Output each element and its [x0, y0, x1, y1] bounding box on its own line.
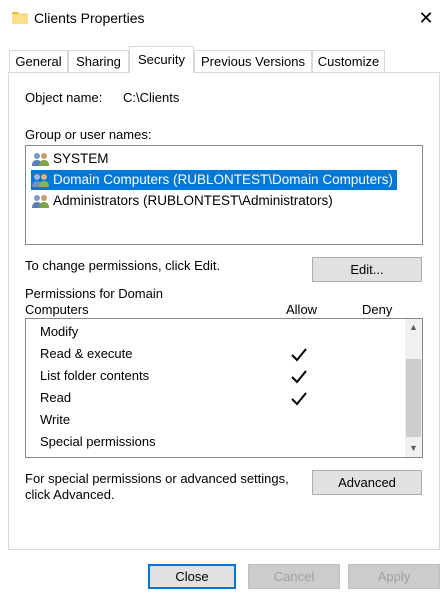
allow-checkmark-icon — [291, 370, 307, 384]
advanced-button[interactable]: Advanced — [312, 470, 422, 495]
folder-icon — [12, 12, 28, 24]
allow-column-header: Allow — [286, 302, 318, 317]
close-button[interactable]: Close — [148, 564, 236, 589]
permission-row-modify: Modify — [40, 324, 79, 339]
permission-row-write: Write — [40, 412, 71, 427]
list-item-label: Administrators (RUBLONTEST\Administrator… — [53, 193, 333, 208]
scroll-up-arrow-icon[interactable]: ▲ — [405, 319, 422, 336]
tab-customize[interactable]: Customize — [312, 50, 385, 72]
group-list-label: Group or user names: — [25, 127, 152, 142]
edit-button[interactable]: Edit... — [312, 257, 422, 282]
users-icon — [32, 153, 49, 167]
permission-row-read: Read — [40, 390, 72, 405]
apply-button[interactable]: Apply — [348, 564, 440, 589]
allow-checkmark-icon — [291, 392, 307, 406]
tab-previous-versions[interactable]: Previous Versions — [194, 50, 312, 72]
tab-security[interactable]: Security — [129, 46, 194, 73]
list-item-administrators[interactable]: Administrators (RUBLONTEST\Administrator… — [31, 191, 333, 211]
advanced-text-line2: click Advanced. — [25, 487, 115, 502]
title-bar: Clients Properties ✕ — [0, 0, 448, 36]
cancel-button[interactable]: Cancel — [248, 564, 340, 589]
window-title: Clients Properties — [34, 10, 145, 26]
permissions-list[interactable]: Modify Read & execute List folder conten… — [25, 318, 423, 458]
list-item-label: SYSTEM — [53, 151, 109, 166]
tab-general[interactable]: General — [9, 50, 68, 72]
users-icon — [32, 195, 49, 209]
tab-sharing[interactable]: Sharing — [68, 50, 129, 72]
list-item-label: Domain Computers (RUBLONTEST\Domain Comp… — [53, 172, 393, 187]
scroll-thumb[interactable] — [406, 359, 421, 437]
permission-row-read-execute: Read & execute — [40, 346, 133, 361]
deny-column-header: Deny — [362, 302, 393, 317]
list-item-system[interactable]: SYSTEM — [31, 149, 109, 169]
permissions-scrollbar[interactable]: ▲ ▼ — [405, 319, 422, 457]
permission-row-special: Special permissions — [40, 434, 156, 449]
allow-checkmark-icon — [291, 348, 307, 362]
permission-row-list-folder-contents: List folder contents — [40, 368, 150, 383]
close-window-button[interactable]: ✕ — [414, 6, 438, 30]
object-name-value: C:\Clients — [123, 90, 180, 105]
scroll-down-arrow-icon[interactable]: ▼ — [405, 440, 422, 457]
change-permissions-text: To change permissions, click Edit. — [25, 258, 221, 273]
list-item-domain-computers[interactable]: Domain Computers (RUBLONTEST\Domain Comp… — [31, 170, 397, 190]
permissions-header-line2: Computers — [25, 302, 89, 317]
advanced-text-line1: For special permissions or advanced sett… — [25, 471, 289, 486]
users-icon — [32, 174, 49, 188]
permissions-header-line1: Permissions for Domain — [25, 286, 163, 301]
object-name-label: Object name: — [25, 90, 103, 105]
group-user-list[interactable]: SYSTEM Domain Computers (RUBLONTEST\Doma… — [25, 145, 423, 245]
